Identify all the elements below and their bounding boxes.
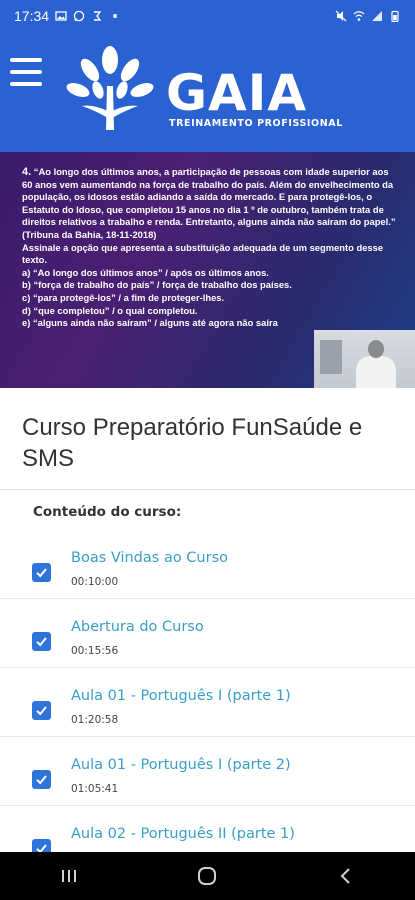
app-icon <box>94 11 102 21</box>
divider <box>0 489 415 490</box>
system-nav-bar <box>0 852 415 900</box>
tree-icon <box>66 46 154 130</box>
option-d: d) “que completou” / o qual completou. <box>22 304 198 316</box>
brand-tagline: TREINAMENTO PROFISSIONAL <box>169 118 343 129</box>
video-player[interactable]: 4. “Ao longo dos últimos anos, a partici… <box>0 152 415 388</box>
mute-icon <box>335 10 347 22</box>
lesson-checkbox[interactable] <box>32 770 51 789</box>
lesson-item[interactable]: Aula 01 - Português I (parte 1) 01:20:58 <box>0 668 415 737</box>
lesson-duration: 00:10:00 <box>71 576 119 588</box>
back-icon[interactable] <box>316 856 376 896</box>
lesson-name[interactable]: Boas Vindas ao Curso <box>71 550 228 566</box>
app-header: GAIA TREINAMENTO PROFISSIONAL <box>0 32 415 152</box>
content-label: Conteúdo do curso: <box>33 504 182 520</box>
battery-icon <box>391 10 399 22</box>
recents-icon[interactable] <box>39 856 99 896</box>
check-icon <box>36 568 47 578</box>
image-icon <box>55 11 67 21</box>
status-time: 17:34 <box>14 8 50 24</box>
lesson-name[interactable]: Aula 01 - Português I (parte 2) <box>71 757 291 773</box>
lesson-checkbox[interactable] <box>32 563 51 582</box>
lesson-checkbox[interactable] <box>32 701 51 720</box>
whatsapp-icon <box>73 10 85 22</box>
lesson-duration: 01:20:58 <box>71 714 119 726</box>
lesson-item[interactable]: Aula 01 - Português I (parte 2) 01:05:41 <box>0 737 415 806</box>
lesson-item[interactable]: Boas Vindas ao Curso 00:10:00 <box>0 530 415 599</box>
lesson-name[interactable]: Aula 02 - Português II (parte 1) <box>71 826 295 842</box>
question-instruction: Assinale a opção que apresenta a substit… <box>22 241 384 266</box>
home-icon[interactable] <box>177 856 237 896</box>
check-icon <box>36 706 47 716</box>
option-e: e) “alguns ainda não saíram” / alguns at… <box>22 317 278 329</box>
brand-name: GAIA <box>166 64 308 122</box>
question-paragraph: “Ao longo dos últimos anos, a participaç… <box>22 166 396 240</box>
wifi-icon <box>353 11 365 21</box>
option-c: c) “para protegê-los” / a fim de protege… <box>22 291 225 303</box>
check-icon <box>36 775 47 785</box>
lesson-duration: 01:05:41 <box>71 783 119 795</box>
option-b: b) “força de trabalho do país” / força d… <box>22 279 292 291</box>
option-a: a) “Ao longo dos últimos anos” / após os… <box>22 266 269 278</box>
lesson-name[interactable]: Abertura do Curso <box>71 619 204 635</box>
lesson-checkbox[interactable] <box>32 632 51 651</box>
lesson-list: Boas Vindas ao Curso 00:10:00 Abertura d… <box>0 530 415 875</box>
question-text: 4. “Ao longo dos últimos anos, a partici… <box>22 166 398 330</box>
presenter-thumbnail <box>314 330 415 388</box>
course-title: Curso Preparatório FunSaúde e SMS <box>22 414 363 472</box>
lesson-duration: 00:15:56 <box>71 645 119 657</box>
dot-icon <box>113 14 118 18</box>
lesson-item[interactable]: Abertura do Curso 00:15:56 <box>0 599 415 668</box>
lesson-name[interactable]: Aula 01 - Português I (parte 1) <box>71 688 291 704</box>
question-number: 4. <box>22 166 32 178</box>
signal-icon <box>372 11 382 21</box>
hamburger-icon[interactable] <box>10 58 42 86</box>
check-icon <box>36 637 47 647</box>
status-bar: 17:34 <box>0 0 415 32</box>
